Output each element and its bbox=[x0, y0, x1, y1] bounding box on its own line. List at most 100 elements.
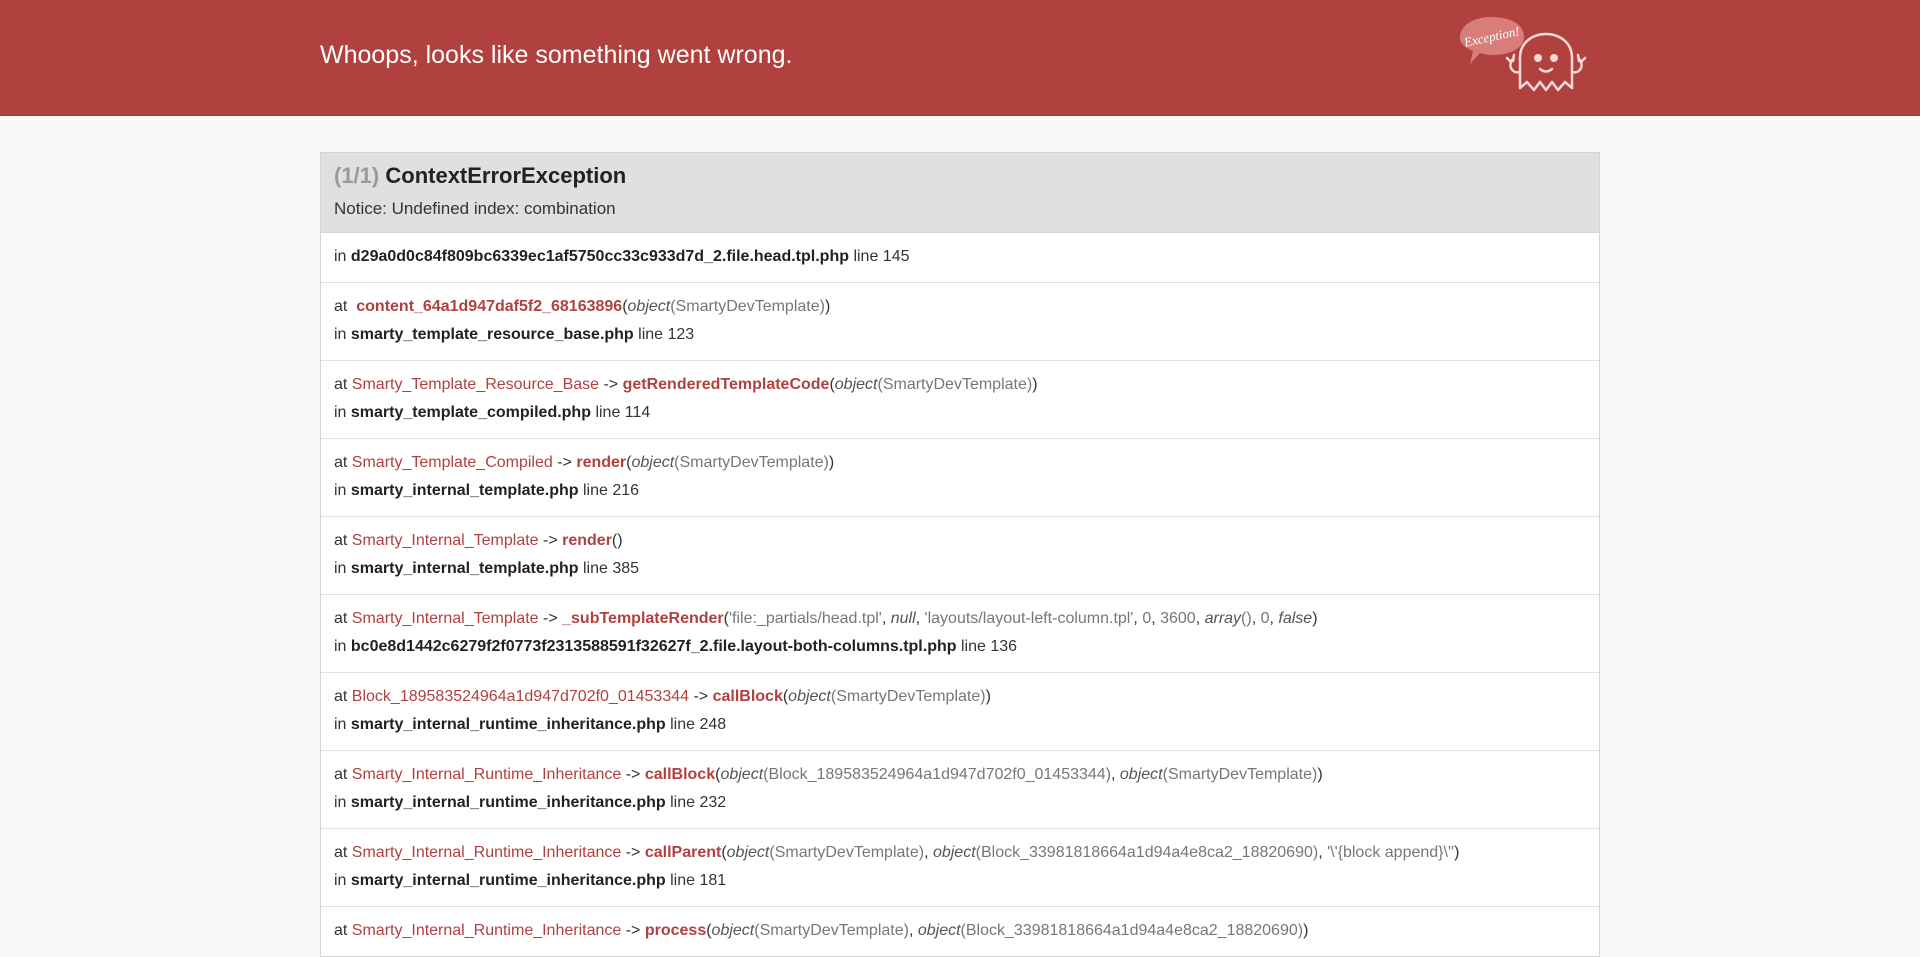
trace-location: in smarty_template_resource_base.php lin… bbox=[334, 326, 695, 343]
trace-arg-value: (SmartyDevTemplate) bbox=[769, 844, 925, 861]
trace-class: Smarty_Template_Resource_Base bbox=[351, 376, 600, 393]
trace-file: bc0e8d1442c6279f2f0773f2313588591f32627f… bbox=[350, 638, 957, 655]
trace-line: line 114 bbox=[595, 404, 651, 421]
trace-class: Smarty_Internal_Runtime_Inheritance bbox=[351, 844, 622, 861]
trace-line: line 216 bbox=[582, 482, 640, 499]
trace-arg-value: (Block_33981818664a1d94a4e8ca2_18820690) bbox=[975, 844, 1319, 861]
trace-function: getRenderedTemplateCode bbox=[622, 376, 830, 393]
trace-line: line 136 bbox=[960, 638, 1018, 655]
trace-arg-value: (SmartyDevTemplate) bbox=[1162, 766, 1318, 783]
trace-item: at Smarty_Internal_Runtime_Inheritance -… bbox=[321, 907, 1599, 956]
trace-item: at content_64a1d947daf5f2_68163896(objec… bbox=[321, 283, 1599, 361]
trace-item: at Smarty_Template_Resource_Base -> getR… bbox=[321, 361, 1599, 439]
trace-arg-type: object bbox=[917, 922, 961, 939]
trace-arg-value: 0 bbox=[1260, 610, 1270, 627]
trace-function: callBlock bbox=[644, 766, 716, 783]
trace-arrow: -> bbox=[689, 688, 713, 705]
trace-line: line 385 bbox=[582, 560, 640, 577]
trace-call: at Block_189583524964a1d947d702f0_014533… bbox=[334, 688, 991, 705]
trace-item: at Smarty_Internal_Runtime_Inheritance -… bbox=[321, 751, 1599, 829]
trace-arg-type: object bbox=[1119, 766, 1163, 783]
trace-item: at Smarty_Internal_Template -> _subTempl… bbox=[321, 595, 1599, 673]
trace-function: process bbox=[644, 922, 707, 939]
trace-arrow: -> bbox=[621, 766, 645, 783]
trace-line: line 145 bbox=[853, 248, 910, 265]
trace-call: at Smarty_Template_Compiled -> render(ob… bbox=[334, 454, 835, 471]
trace-arg-type: object bbox=[711, 922, 755, 939]
trace-arg-type: false bbox=[1278, 610, 1313, 627]
error-header: Whoops, looks like something went wrong.… bbox=[0, 0, 1920, 116]
trace-call: at content_64a1d947daf5f2_68163896(objec… bbox=[334, 298, 831, 315]
trace-arg-value: 'layouts/layout-left-column.tpl' bbox=[924, 610, 1134, 627]
trace-arrow: -> bbox=[621, 922, 645, 939]
trace-arrow: -> bbox=[599, 376, 623, 393]
trace-location: in bc0e8d1442c6279f2f0773f2313588591f326… bbox=[334, 638, 1018, 655]
trace-arrow: -> bbox=[621, 844, 645, 861]
trace-call: at Smarty_Internal_Runtime_Inheritance -… bbox=[334, 922, 1309, 939]
trace-arg-value: 0 bbox=[1142, 610, 1152, 627]
trace-function: render bbox=[576, 454, 627, 471]
trace-file: smarty_template_resource_base.php bbox=[350, 326, 634, 343]
trace-arg-type: array bbox=[1204, 610, 1242, 627]
trace-file: d29a0d0c84f809bc6339ec1af5750cc33c933d7d… bbox=[350, 248, 849, 265]
exception-container: (1/1) ContextErrorException Notice: Unde… bbox=[320, 152, 1600, 957]
trace-arg-value: (Block_189583524964a1d947d702f0_01453344… bbox=[763, 766, 1112, 783]
trace-file: smarty_internal_runtime_inheritance.php bbox=[350, 872, 666, 889]
trace-function: _subTemplateRender bbox=[562, 610, 724, 627]
trace-function: render bbox=[562, 532, 612, 549]
trace-class: Smarty_Internal_Runtime_Inheritance bbox=[351, 766, 622, 783]
trace-item: at Smarty_Internal_Template -> render() i… bbox=[321, 517, 1599, 595]
trace-line: line 232 bbox=[670, 794, 727, 811]
trace-arg-value: (SmartyDevTemplate) bbox=[754, 922, 909, 939]
trace-item: at Smarty_Template_Compiled -> render(ob… bbox=[321, 439, 1599, 517]
trace-arg-type: object bbox=[631, 454, 675, 471]
trace-arg-value: () bbox=[1241, 610, 1252, 627]
trace-call: at Smarty_Internal_Runtime_Inheritance -… bbox=[334, 844, 1460, 861]
trace-arg-type: object bbox=[834, 376, 878, 393]
trace-class: Smarty_Internal_Template bbox=[351, 532, 539, 549]
trace-item: in d29a0d0c84f809bc6339ec1af5750cc33c933… bbox=[321, 233, 1599, 283]
trace-line: line 123 bbox=[638, 326, 695, 343]
trace-file: smarty_internal_runtime_inheritance.php bbox=[350, 716, 666, 733]
trace-arg-value: (SmartyDevTemplate) bbox=[830, 688, 986, 705]
trace-arg-type: null bbox=[890, 610, 916, 627]
page-title: Whoops, looks like something went wrong. bbox=[320, 41, 793, 69]
trace-arg-value: (Block_33981818664a1d94a4e8ca2_18820690) bbox=[960, 922, 1304, 939]
trace-location: in smarty_internal_runtime_inheritance.p… bbox=[334, 716, 727, 733]
stack-trace: in d29a0d0c84f809bc6339ec1af5750cc33c933… bbox=[320, 232, 1600, 957]
trace-location: in d29a0d0c84f809bc6339ec1af5750cc33c933… bbox=[334, 248, 910, 265]
trace-arg-value: (SmartyDevTemplate) bbox=[674, 454, 829, 471]
trace-item: at Smarty_Internal_Runtime_Inheritance -… bbox=[321, 829, 1599, 907]
trace-arg-type: object bbox=[932, 844, 976, 861]
trace-call: at Smarty_Internal_Runtime_Inheritance -… bbox=[334, 766, 1323, 783]
trace-arg-type: object bbox=[726, 844, 770, 861]
trace-location: in smarty_internal_runtime_inheritance.p… bbox=[334, 794, 727, 811]
trace-file: smarty_internal_template.php bbox=[350, 560, 579, 577]
trace-call: at Smarty_Template_Resource_Base -> getR… bbox=[334, 376, 1038, 393]
trace-arg-value: '\'{block append}\'' bbox=[1327, 844, 1455, 861]
trace-location: in smarty_internal_template.php line 385 bbox=[334, 560, 640, 577]
header-inner: Whoops, looks like something went wrong.… bbox=[320, 0, 1600, 115]
trace-class: Smarty_Internal_Template bbox=[351, 610, 539, 627]
trace-arg-type: object bbox=[627, 298, 671, 315]
trace-arg-value: (SmartyDevTemplate) bbox=[670, 298, 825, 315]
trace-file: smarty_template_compiled.php bbox=[350, 404, 591, 421]
exception-count: (1/1) bbox=[334, 163, 380, 188]
trace-arrow: -> bbox=[538, 532, 563, 549]
trace-arg-type: object bbox=[720, 766, 764, 783]
trace-location: in smarty_template_compiled.php line 114 bbox=[334, 404, 651, 421]
trace-arg-value: 'file:_partials/head.tpl' bbox=[728, 610, 882, 627]
trace-item: at Block_189583524964a1d947d702f0_014533… bbox=[321, 673, 1599, 751]
exception-summary: (1/1) ContextErrorException Notice: Unde… bbox=[320, 152, 1600, 232]
trace-class: Smarty_Template_Compiled bbox=[351, 454, 553, 471]
trace-call: at Smarty_Internal_Template -> render() bbox=[334, 532, 623, 549]
trace-function: callBlock bbox=[712, 688, 783, 705]
trace-class: Smarty_Internal_Runtime_Inheritance bbox=[351, 922, 622, 939]
trace-arg-value: 3600 bbox=[1160, 610, 1196, 627]
trace-file: smarty_internal_template.php bbox=[350, 482, 579, 499]
trace-arrow: -> bbox=[552, 454, 577, 471]
trace-function: callParent bbox=[644, 844, 722, 861]
exception-name: ContextErrorException bbox=[385, 163, 627, 188]
trace-arg-type: object bbox=[788, 688, 831, 705]
exception-title: (1/1) ContextErrorException bbox=[334, 163, 1586, 189]
